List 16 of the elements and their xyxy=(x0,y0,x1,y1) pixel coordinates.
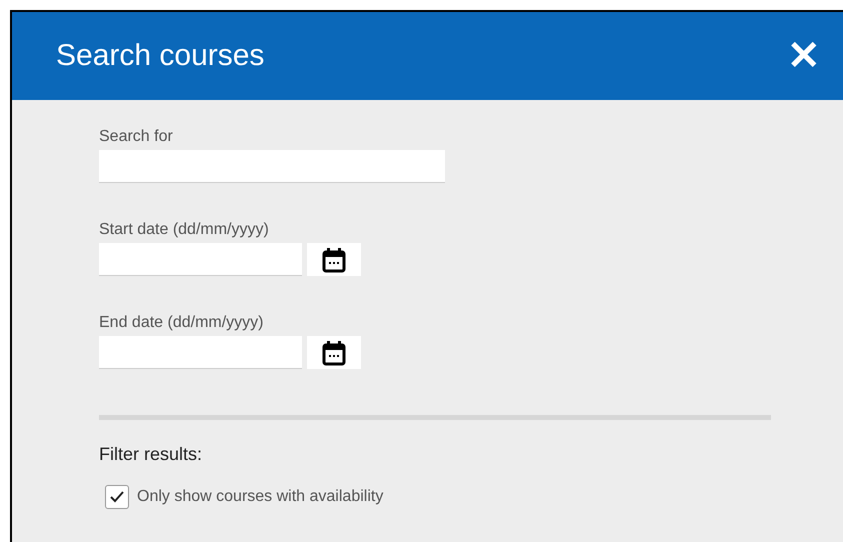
dialog-title: Search courses xyxy=(56,39,264,73)
calendar-icon xyxy=(322,340,346,366)
calendar-button[interactable] xyxy=(307,336,361,369)
date-field[interactable] xyxy=(99,336,302,369)
close-button[interactable]: ✕ xyxy=(787,36,821,76)
checkbox-label: Only show courses with availability xyxy=(137,488,384,506)
checkbox[interactable] xyxy=(105,485,129,509)
calendar-icon xyxy=(322,246,346,272)
field-label: Search for xyxy=(99,128,174,146)
date-field[interactable] xyxy=(99,243,302,276)
check-icon xyxy=(110,491,124,503)
field-label: End date (dd/mm/yyyy) xyxy=(99,314,264,332)
field-label: Start date (dd/mm/yyyy) xyxy=(99,221,270,239)
text-field[interactable] xyxy=(99,150,445,183)
calendar-button[interactable] xyxy=(307,243,361,276)
filter-heading: Filter results: xyxy=(99,444,204,465)
